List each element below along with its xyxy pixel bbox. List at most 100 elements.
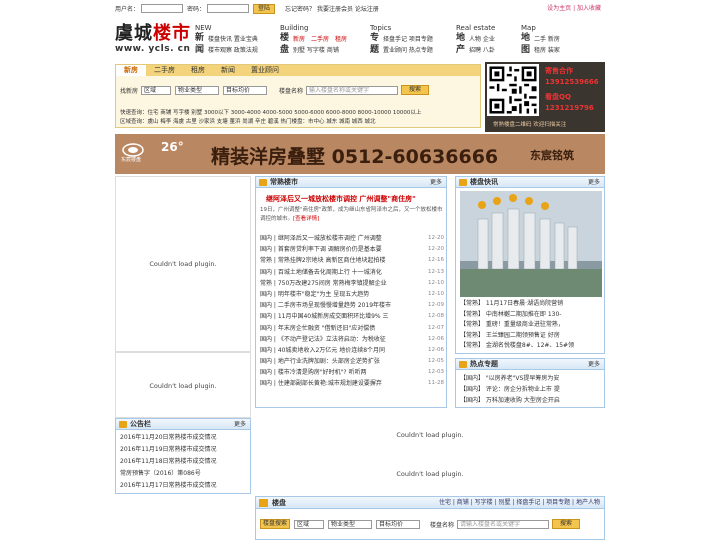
banner-ad[interactable]: 东宸楼盘 26° 精装洋房叠墅 0512-60636666 东宸铭筑	[115, 134, 605, 174]
news-item-title[interactable]: 国内 | 11月中国40城新房成交面积环比增9% 三	[260, 311, 416, 322]
plugin-message: Couldn't load plugin.	[396, 431, 464, 439]
nav-topics-line1[interactable]: 择盘手记 项目专题	[383, 34, 433, 45]
login-button[interactable]: 登陆	[253, 3, 276, 14]
news-detail-link[interactable]: [查看详情]	[293, 216, 319, 222]
quick-query[interactable]: 快速查询：住宅 商铺 写字楼 别墅 3000以下 3000-4000 4000-…	[120, 108, 421, 116]
area-query[interactable]: 区域查询：虞山 梅李 海虞 古里 沙家浜 支塘 董浜 尚湖 辛庄 碧溪 热门楼盘…	[120, 117, 375, 125]
tab-new-house[interactable]: 新房	[116, 65, 146, 76]
area-select[interactable]: 区域	[141, 85, 172, 95]
news-item-title[interactable]: 国内 | 二手房市场呈现慢慢增量趋势 2019年楼市	[260, 300, 416, 311]
lp-price-select[interactable]: 目标均价	[376, 519, 421, 529]
notice-list-item[interactable]: 2016年11月17日常熟楼市成交情况	[120, 480, 217, 492]
homepage-favorite-links[interactable]: 设为主页 | 加入收藏	[547, 3, 601, 12]
nav-map-title[interactable]: 地图	[521, 32, 531, 56]
notice-list-item[interactable]: 2016年11月18日常熟楼市成交情况	[120, 456, 217, 468]
site-logo[interactable]: 虞城楼市 www. ycls. cn	[115, 24, 193, 58]
header: 虞城楼市 www. ycls. cn NEW 新闻 楼盘快讯 置业宝典 楼市观察…	[115, 24, 605, 58]
news-item-title[interactable]: 国内 | 年末房企忙融资 "借新还旧"应对偿债	[260, 323, 416, 334]
type-select[interactable]: 物业类型	[175, 85, 220, 95]
news-item-title[interactable]: 国内 | 《不动产登记法》立法将启动：为税收征	[260, 334, 416, 345]
news-item-title[interactable]: 国内 | 明年楼市"稳定"为主 呈现五大趋势	[260, 289, 416, 300]
news-list-item[interactable]: 国内 | 《不动产登记法》立法将启动：为税收征 12-06	[260, 334, 444, 345]
search-button[interactable]: 搜索	[401, 85, 430, 95]
building-more-link[interactable]: 更多	[588, 177, 600, 188]
hot-list-item[interactable]: 【国内】 "以房养老"VS提早筹房为安	[460, 373, 560, 384]
lp-keyword-input[interactable]: 请输入楼盘名或关键字	[457, 519, 550, 529]
news-list-item[interactable]: 常熟 | 常熟挂牌2宗地块 高新区商住地块起拍楼 12-16	[260, 255, 444, 266]
news-item-title[interactable]: 国内 | 继阿泽后又一城放松楼市调控 广州调整	[260, 233, 416, 244]
news-list-item[interactable]: 常熟 | 750万改建275间房 常熟梅李镇提解企业 12-10	[260, 278, 444, 289]
news-item-date: 12-20	[428, 246, 444, 253]
lp-area-select[interactable]: 区域	[294, 519, 325, 529]
keyword-input[interactable]: 输入楼盘名称或关键字	[306, 85, 399, 95]
hot-list-item[interactable]: 【国内】 万科加速收购 大型房企开启	[460, 395, 560, 406]
news-list-item[interactable]: 国内 | 百城土地储备去化周期上行 十一城消化 12-13	[260, 267, 444, 278]
news-list-item[interactable]: 国内 | 首套房贷利率下调 调解房价仍是基本要 12-20	[260, 244, 444, 255]
building-category-links[interactable]: 住宅 | 商铺 | 写字楼 | 别墅 | 择盘手记 | 项目专题 | 地产人物	[439, 497, 600, 509]
news-item-date: 12-09	[428, 302, 444, 309]
hot-list-item[interactable]: 【国内】 评论：房企分拆物业上市 提	[460, 384, 560, 395]
news-list-item[interactable]: 国内 | 继阿泽后又一城放松楼市调控 广州调整 12-20	[260, 233, 444, 244]
news-item-title[interactable]: 国内 | 首套房贷利率下调 调解房价仍是基本要	[260, 244, 416, 255]
news-item-title[interactable]: 常熟 | 常熟挂牌2宗地块 高新区商住地块起拍楼	[260, 255, 416, 266]
nav-news-line2[interactable]: 楼市观察 政策法规	[208, 45, 258, 56]
news-list-item[interactable]: 国内 | 年末房企忙融资 "借新还旧"应对偿债 12-07	[260, 323, 444, 334]
news-more-link[interactable]: 更多	[430, 177, 442, 188]
building-list-item[interactable]: 【常熟】 11月17日春晨·湖语尚院营销	[460, 299, 574, 310]
nav-building-title[interactable]: 楼盘	[280, 32, 290, 56]
nav-building-line2[interactable]: 别墅 写字楼 商铺	[293, 45, 353, 56]
news-list-item[interactable]: 国内 | 11月中国40城新房成交面积环比增9% 三 12-08	[260, 311, 444, 322]
news-item-title[interactable]: 国内 | 地产行业洗牌加剧：头部房企逆势扩张	[260, 356, 416, 367]
news-list-item[interactable]: 国内 | 二手房市场呈现慢慢增量趋势 2019年楼市 12-09	[260, 300, 444, 311]
nav-building-en: Building	[280, 24, 309, 32]
notice-list-item[interactable]: 2016年11月19日常熟楼市成交情况	[120, 444, 217, 456]
notice-list-item[interactable]: 常房预售字（2016）第086号	[120, 468, 217, 480]
building-list-item[interactable]: 【常熟】 金湖名悦楼盘8#、12#、15#领	[460, 341, 574, 352]
username-input[interactable]	[141, 4, 184, 13]
news-headline[interactable]: 继阿泽后又一城放松楼市调控 广州调整"商住房"	[266, 194, 416, 204]
lp-type-select[interactable]: 物业类型	[328, 519, 373, 529]
nav-realestate-line2[interactable]: 招聘 八卦	[469, 45, 495, 56]
nav-news-line1[interactable]: 楼盘快讯 置业宝典	[208, 34, 258, 45]
password-input[interactable]	[207, 4, 250, 13]
price-select[interactable]: 目标均价	[223, 85, 268, 95]
qr-ad[interactable]: 寄售合作 13912539666 看盘QQ 1231219796 常熟楼盘二维码…	[485, 62, 605, 132]
notice-more-link[interactable]: 更多	[234, 419, 246, 430]
news-list-item[interactable]: 国内 | 住建部副部长黄艳:城市规划建设要摒弃 11-28	[260, 378, 444, 389]
building-list-item[interactable]: 【常熟】 王兰臻园二期领预售证 好房	[460, 331, 574, 342]
nav-topics-title[interactable]: 专题	[370, 32, 380, 56]
news-list-item[interactable]: 国内 | 明年楼市"稳定"为主 呈现五大趋势 12-10	[260, 289, 444, 300]
tab-news[interactable]: 新闻	[213, 65, 243, 76]
nav-topics-en: Topics	[370, 24, 392, 32]
nav-rent[interactable]: 租房	[335, 36, 347, 43]
news-item-title[interactable]: 国内 | 楼市冷清是购房"好时机"? 听听两	[260, 367, 416, 378]
nav-realestate-title[interactable]: 地产	[456, 32, 466, 56]
building-photo[interactable]	[460, 191, 602, 297]
tab-consultant[interactable]: 置业顾问	[243, 65, 287, 76]
nav-realestate-line1[interactable]: 人物 企业	[469, 34, 495, 45]
building-list-item[interactable]: 【常熟】 中南林樾二期加推在即 130-	[460, 310, 574, 321]
notice-list-item[interactable]: 2016年11月20日常熟楼市成交情况	[120, 432, 217, 444]
nav-map-line1[interactable]: 二手 新房	[534, 34, 560, 45]
news-item-title[interactable]: 国内 | 住建部副部长黄艳:城市规划建设要摒弃	[260, 378, 416, 389]
nav-map-line2[interactable]: 租房 装家	[534, 45, 560, 56]
nav-news-title[interactable]: 新闻	[195, 32, 205, 56]
news-list-item[interactable]: 国内 | 地产行业洗牌加剧：头部房企逆势扩张 12-05	[260, 356, 444, 367]
tab-rent[interactable]: 租房	[183, 65, 213, 76]
plugin-placeholder: Couldn't load plugin.	[255, 414, 605, 462]
tab-second-hand[interactable]: 二手房	[146, 65, 183, 76]
nav-second-hand[interactable]: 二手房	[311, 36, 329, 43]
search-tabs: 新房 二手房 租房 新闻 置业顾问	[116, 65, 480, 76]
nav-topics-line2[interactable]: 置业顾问 热点专题	[383, 45, 433, 56]
news-list-item[interactable]: 国内 | 楼市冷清是购房"好时机"? 听听两 12-03	[260, 367, 444, 378]
hot-more-link[interactable]: 更多	[588, 359, 600, 370]
news-item-title[interactable]: 常熟 | 750万改建275间房 常熟梅李镇提解企业	[260, 278, 416, 289]
news-item-title[interactable]: 国内 | 百城土地储备去化周期上行 十一城消化	[260, 267, 416, 278]
news-item-date: 12-06	[428, 346, 444, 353]
building-list-item[interactable]: 【常熟】 重磅！重量级商业进驻常熟，	[460, 320, 574, 331]
account-links[interactable]: 忘记密码？ 我要注册会员 论坛注册	[285, 4, 379, 13]
news-list-item[interactable]: 国内 | 40城卖地收入2万亿元 地价连续8个月同 12-06	[260, 345, 444, 356]
lp-search-button[interactable]: 搜索	[552, 519, 581, 529]
nav-new-house[interactable]: 新房	[293, 36, 305, 43]
news-item-title[interactable]: 国内 | 40城卖地收入2万亿元 地价连续8个月同	[260, 345, 416, 356]
